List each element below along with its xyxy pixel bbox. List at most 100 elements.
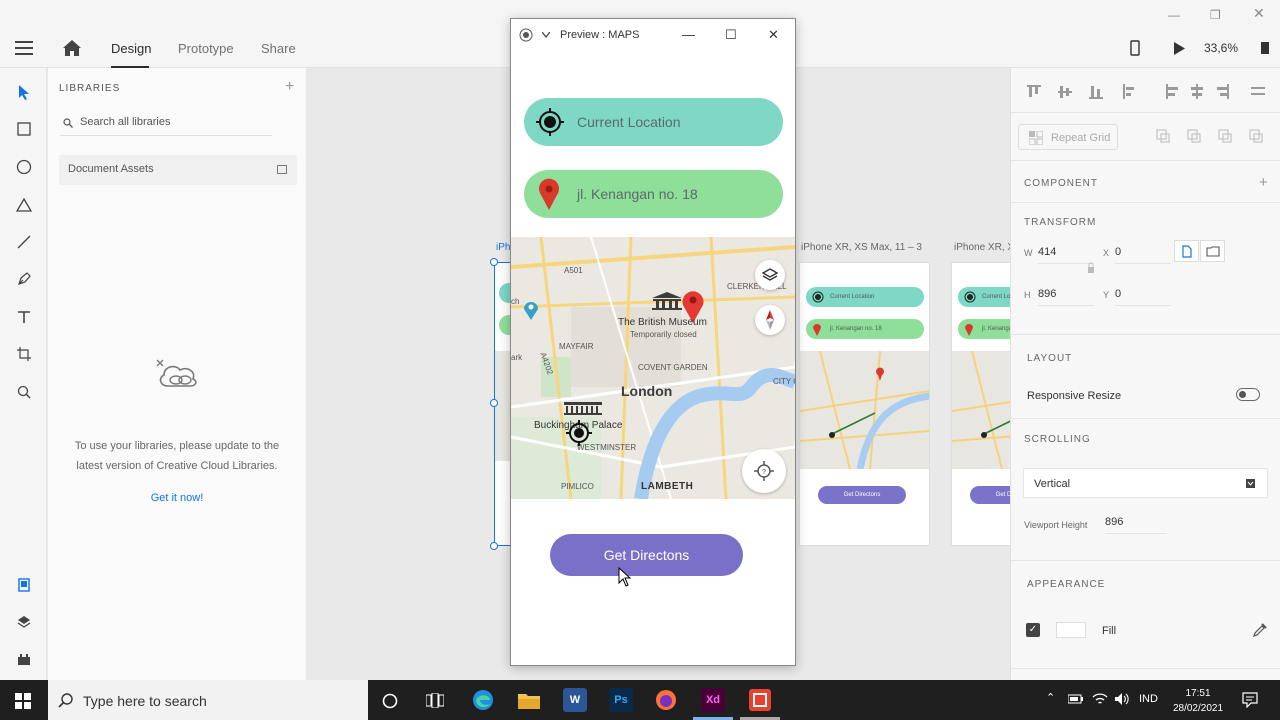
device-preview-icon[interactable] <box>1130 40 1140 56</box>
zoom-tool-icon[interactable] <box>13 381 35 403</box>
scrolling-select-value: Vertical <box>1034 478 1071 490</box>
cortana-icon[interactable] <box>382 693 398 709</box>
artboard-tool-icon[interactable] <box>13 343 35 365</box>
add-library-icon[interactable]: + <box>285 78 294 96</box>
wifi-icon[interactable] <box>1092 692 1108 706</box>
y-field[interactable]: 0 <box>1115 288 1171 306</box>
ellipse-tool-icon[interactable] <box>13 156 35 178</box>
map-layers-button[interactable] <box>755 260 785 290</box>
mini-get-directions-button: Get Directons <box>970 486 1010 504</box>
layers-panel-icon[interactable] <box>13 611 35 633</box>
artboard-label[interactable]: iPhone XR, XS Max, 11 – 4 <box>954 242 1010 253</box>
text-tool-icon[interactable] <box>13 306 35 328</box>
my-location-button[interactable]: ? <box>742 449 786 493</box>
preview-window[interactable]: Preview : MAPS — ☐ ✕ Current Location jl… <box>510 18 796 666</box>
library-search-input[interactable]: Search all libraries <box>60 114 272 136</box>
x-field[interactable]: 0 <box>1115 246 1171 264</box>
get-it-now-link[interactable]: Get it now! <box>62 492 292 504</box>
taskbar-search-input[interactable]: Type here to search <box>48 680 368 720</box>
crosshair-icon <box>536 108 564 136</box>
windows-start-icon[interactable] <box>15 693 31 709</box>
viewport-height-label: Viewport Height <box>1024 520 1088 530</box>
word-app-icon[interactable]: W <box>563 688 587 712</box>
taskbar-clock[interactable]: 17:51 28/02/2021 <box>1168 686 1228 716</box>
repeat-grid-button[interactable]: Repeat Grid <box>1018 124 1118 150</box>
tab-share[interactable]: Share <box>261 41 296 56</box>
artboard-label[interactable]: iPhone XR, XS Max, 11 – 3 <box>801 242 922 253</box>
chevron-down-icon[interactable] <box>542 32 550 38</box>
minimize-icon[interactable]: — <box>1168 8 1180 22</box>
tab-design[interactable]: Design <box>111 41 151 56</box>
line-tool-icon[interactable] <box>13 231 35 253</box>
preview-minimize-icon[interactable]: — <box>682 27 695 42</box>
home-icon[interactable] <box>62 39 82 57</box>
volume-icon[interactable] <box>1114 692 1130 706</box>
input-language-indicator[interactable]: IND <box>1139 693 1158 705</box>
firefox-icon[interactable] <box>655 689 677 711</box>
selection-handle[interactable] <box>490 399 498 407</box>
plugins-panel-icon[interactable] <box>13 649 35 671</box>
height-field[interactable]: 896 <box>1038 288 1094 306</box>
preview-close-icon[interactable]: ✕ <box>768 27 779 43</box>
eyedropper-icon[interactable] <box>1253 623 1267 637</box>
align-tools[interactable] <box>1027 84 1267 100</box>
add-component-icon[interactable]: + <box>1259 174 1268 191</box>
responsive-resize-toggle[interactable] <box>1236 388 1260 401</box>
rectangle-tool-icon[interactable] <box>13 118 35 140</box>
hamburger-menu-icon[interactable] <box>15 41 33 55</box>
current-location-field[interactable]: Current Location <box>524 98 783 146</box>
photoshop-app-icon[interactable]: Ps <box>609 688 633 712</box>
scrolling-select[interactable]: Vertical <box>1023 468 1268 498</box>
selection-handle[interactable] <box>490 542 498 550</box>
tab-prototype[interactable]: Prototype <box>178 41 234 56</box>
play-icon[interactable] <box>1173 42 1185 55</box>
compass-icon <box>766 310 774 330</box>
portrait-orientation-icon[interactable] <box>1174 240 1199 262</box>
edge-browser-icon[interactable] <box>472 689 494 711</box>
libraries-panel-icon[interactable] <box>13 574 35 596</box>
repeat-grid-icon <box>1029 131 1043 145</box>
location-pin-icon <box>539 178 559 210</box>
libraries-update-message: To use your libraries, please update to … <box>74 440 280 472</box>
museum-icon <box>652 292 682 310</box>
map-label: PIMLICO <box>561 482 594 491</box>
record-icon[interactable] <box>519 28 533 42</box>
select-tool-icon[interactable] <box>13 81 35 103</box>
screen-recorder-icon[interactable] <box>749 689 771 711</box>
tray-chevron-up-icon[interactable]: ⌃ <box>1046 691 1055 704</box>
map-compass-button[interactable] <box>755 305 785 335</box>
polygon-tool-icon[interactable] <box>13 194 35 216</box>
artboard-iphone-4[interactable]: Current Location jl. Kenangan no. 18 Get… <box>951 262 1010 546</box>
close-icon[interactable]: ✕ <box>1253 5 1265 22</box>
tools-toolbar <box>0 68 47 680</box>
preview-maximize-icon[interactable]: ☐ <box>725 27 737 43</box>
map-label-temporarily-closed: Temporarily closed <box>630 330 697 339</box>
viewport-height-field[interactable]: 896 <box>1105 516 1167 534</box>
task-view-icon[interactable] <box>426 693 444 708</box>
preview-titlebar[interactable]: Preview : MAPS — ☐ ✕ <box>511 19 795 51</box>
fill-color-swatch[interactable] <box>1056 622 1086 638</box>
landscape-orientation-icon[interactable] <box>1200 240 1225 262</box>
map-view[interactable]: A501 A4202 ch ark MAYFAIR COVENT GARDEN … <box>511 237 795 499</box>
boolean-ops-icons[interactable] <box>1156 129 1271 143</box>
artboard-label-selected[interactable]: iPh <box>496 242 510 253</box>
selection-handle[interactable] <box>490 258 498 266</box>
width-label: W <box>1024 248 1033 258</box>
layers-icon <box>762 268 778 281</box>
destination-field[interactable]: jl. Kenangan no. 18 <box>524 170 783 218</box>
restore-icon[interactable]: ❐ <box>1210 8 1221 22</box>
battery-icon[interactable] <box>1068 694 1084 704</box>
scroll-right-icon <box>1261 42 1269 54</box>
width-field[interactable]: 414 <box>1038 246 1094 264</box>
assets-collapse-icon[interactable] <box>277 165 287 174</box>
fill-checkbox[interactable]: ✓ <box>1026 623 1040 637</box>
zoom-level[interactable]: 33,6% <box>1204 41 1238 55</box>
pen-tool-icon[interactable] <box>13 268 35 290</box>
lock-aspect-icon[interactable] <box>1087 262 1095 274</box>
notifications-icon[interactable] <box>1242 692 1258 708</box>
artboard-iphone-3[interactable]: Current Location jl. Kenangan no. 18 Get… <box>799 262 930 546</box>
file-explorer-icon[interactable] <box>518 691 540 709</box>
xd-app-icon[interactable]: Xd <box>701 688 725 712</box>
document-assets-item[interactable]: Document Assets <box>59 155 297 185</box>
get-directions-button[interactable]: Get Directons <box>550 534 743 576</box>
